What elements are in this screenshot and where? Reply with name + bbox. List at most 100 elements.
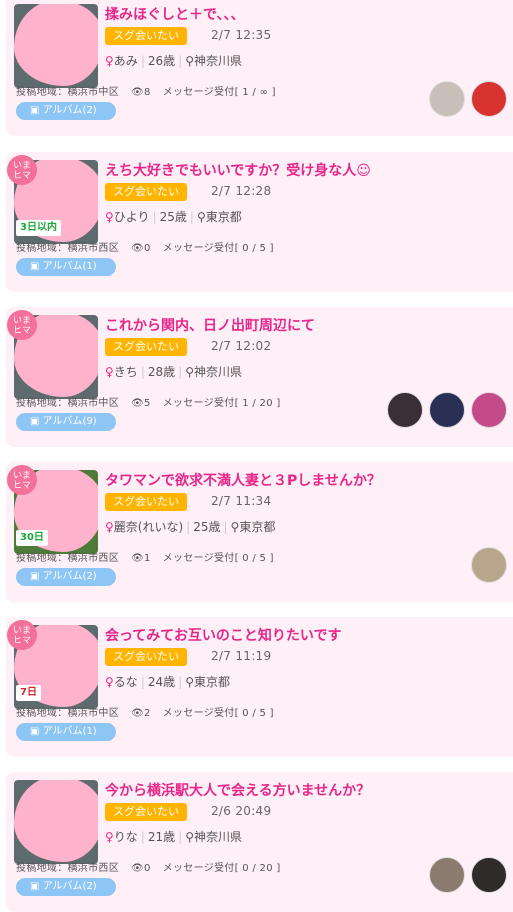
- avatar[interactable]: [429, 857, 465, 893]
- message-status: メッセージ受付[ 1 / ∞ ]: [162, 87, 276, 98]
- profile-meta: ♀るな | 24歳 | ⚲東京都: [105, 675, 230, 689]
- location-pin-icon: ⚲: [185, 54, 194, 68]
- post-time: 2/7 11:19: [211, 649, 272, 663]
- view-count: 0: [144, 863, 151, 874]
- post-area: 投稿地域：横浜市西区: [16, 553, 119, 564]
- status-tag: スグ会いたい: [105, 183, 187, 201]
- post-card[interactable]: いま ヒマ これから関内、日ノ出町周辺にて スグ会いたい 2/7 12:02 ♀き…: [6, 307, 513, 447]
- post-time: 2/7 12:28: [211, 184, 272, 198]
- view-count: 1: [144, 553, 151, 564]
- responder-avatars: [429, 857, 507, 893]
- responder-avatars: [429, 81, 507, 117]
- image-icon: ▣: [30, 105, 40, 116]
- post-title[interactable]: 揉みほぐしと＋で、、、: [105, 4, 244, 24]
- user-name: きち: [113, 365, 138, 379]
- post-title[interactable]: 今から横浜駅大人で会える方いませんか？: [105, 780, 370, 800]
- user-name: 麗奈(れいな): [113, 520, 184, 534]
- location-pin-icon: ⚲: [185, 830, 194, 844]
- eye-icon: 👁: [131, 87, 144, 98]
- post-card[interactable]: いま ヒマ 3日以内 えち大好きでもいいですか？受け身な人☺ スグ会いたい 2/7…: [6, 152, 513, 292]
- profile-meta: ♀ひより | 25歳 | ⚲東京都: [105, 210, 242, 224]
- status-tag: スグ会いたい: [105, 493, 187, 511]
- post-area: 投稿地域：横浜市西区: [16, 863, 119, 874]
- user-prefecture: 東京都: [193, 675, 230, 689]
- post-area: 投稿地域：横浜市中区: [16, 398, 119, 409]
- message-status: メッセージ受付[ 0 / 5 ]: [162, 708, 274, 719]
- user-age: 25歳: [193, 520, 221, 534]
- user-age: 28歳: [147, 365, 176, 379]
- user-name: りな: [113, 830, 138, 844]
- day-badge: 7日: [16, 685, 41, 701]
- eye-icon: 👁: [131, 398, 144, 409]
- day-badge: 3日以内: [16, 220, 61, 236]
- status-tag: スグ会いたい: [105, 648, 187, 666]
- post-info: 投稿地域：横浜市中区 👁5 メッセージ受付[ 1 / 20 ]: [16, 394, 281, 409]
- post-time: 2/7 12:02: [211, 339, 272, 353]
- female-icon: ♀: [105, 520, 114, 534]
- post-time: 2/6 20:49: [211, 804, 272, 818]
- user-prefecture: 神奈川県: [193, 365, 242, 379]
- ima-hima-badge: いま ヒマ: [7, 155, 37, 185]
- profile-meta: ♀きち | 28歳 | ⚲神奈川県: [105, 365, 242, 379]
- post-time: 2/7 11:34: [211, 494, 272, 508]
- post-card[interactable]: 揉みほぐしと＋で、、、 スグ会いたい 2/7 12:35 ♀あみ | 26歳 | ⚲神奈…: [6, 0, 513, 136]
- image-icon: ▣: [30, 261, 40, 272]
- ima-hima-badge: いま ヒマ: [7, 465, 37, 495]
- avatar[interactable]: [429, 392, 465, 428]
- avatar[interactable]: [387, 392, 423, 428]
- post-info: 投稿地域：横浜市中区 👁8 メッセージ受付[ 1 / ∞ ]: [16, 83, 276, 98]
- album-button[interactable]: ▣ アルバム(9): [16, 413, 116, 431]
- album-button[interactable]: ▣ アルバム(2): [16, 568, 116, 586]
- post-title[interactable]: えち大好きでもいいですか？受け身な人☺: [105, 160, 371, 180]
- post-info: 投稿地域：横浜市中区 👁2 メッセージ受付[ 0 / 5 ]: [16, 704, 274, 719]
- eye-icon: 👁: [131, 708, 144, 719]
- image-icon: ▣: [30, 571, 40, 582]
- user-age: 25歳: [159, 210, 187, 224]
- message-status: メッセージ受付[ 0 / 20 ]: [162, 863, 281, 874]
- image-icon: ▣: [30, 416, 40, 427]
- user-prefecture: 東京都: [205, 210, 242, 224]
- location-pin-icon: ⚲: [196, 210, 206, 224]
- avatar[interactable]: [471, 392, 507, 428]
- avatar[interactable]: [471, 81, 507, 117]
- user-prefecture: 神奈川県: [193, 830, 242, 844]
- female-icon: ♀: [105, 210, 114, 224]
- post-title[interactable]: これから関内、日ノ出町周辺にて: [105, 315, 315, 335]
- female-icon: ♀: [105, 675, 114, 689]
- user-name: あみ: [113, 54, 138, 68]
- post-area: 投稿地域：横浜市中区: [16, 87, 119, 98]
- post-title[interactable]: 会ってみてお互いのこと知りたいです: [105, 625, 341, 645]
- ima-hima-badge: いま ヒマ: [7, 620, 37, 650]
- image-icon: ▣: [30, 881, 40, 892]
- eye-icon: 👁: [131, 243, 144, 254]
- profile-meta: ♀あみ | 26歳 | ⚲神奈川県: [105, 54, 242, 68]
- user-name: るな: [113, 675, 138, 689]
- avatar[interactable]: [471, 857, 507, 893]
- album-button[interactable]: ▣ アルバム(2): [16, 878, 116, 896]
- post-card[interactable]: いま ヒマ 7日 会ってみてお互いのこと知りたいです スグ会いたい 2/7 11:…: [6, 617, 513, 757]
- album-button[interactable]: ▣ アルバム(2): [16, 102, 116, 120]
- post-info: 投稿地域：横浜市西区 👁0 メッセージ受付[ 0 / 20 ]: [16, 859, 281, 874]
- post-title[interactable]: タワマンで欲求不満人妻と３Pしませんか？: [105, 470, 381, 490]
- post-info: 投稿地域：横浜市西区 👁0 メッセージ受付[ 0 / 5 ]: [16, 239, 274, 254]
- user-prefecture: 東京都: [239, 520, 276, 534]
- message-status: メッセージ受付[ 0 / 5 ]: [162, 553, 274, 564]
- avatar[interactable]: [429, 81, 465, 117]
- user-name: ひより: [113, 210, 150, 224]
- profile-thumbnail[interactable]: [14, 4, 98, 88]
- post-card[interactable]: 今から横浜駅大人で会える方いませんか？ スグ会いたい 2/6 20:49 ♀りな…: [6, 772, 513, 912]
- view-count: 8: [144, 87, 151, 98]
- responder-avatars: [387, 392, 507, 428]
- user-age: 24歳: [147, 675, 176, 689]
- post-area: 投稿地域：横浜市西区: [16, 243, 119, 254]
- female-icon: ♀: [105, 830, 114, 844]
- album-button[interactable]: ▣ アルバム(1): [16, 723, 116, 741]
- post-list: 揉みほぐしと＋で、、、 スグ会いたい 2/7 12:35 ♀あみ | 26歳 | ⚲神奈…: [0, 0, 513, 912]
- profile-thumbnail[interactable]: [14, 780, 98, 864]
- avatar[interactable]: [471, 547, 507, 583]
- album-button[interactable]: ▣ アルバム(1): [16, 258, 116, 276]
- status-tag: スグ会いたい: [105, 803, 187, 821]
- post-card[interactable]: いま ヒマ 30日 タワマンで欲求不満人妻と３Pしませんか？ スグ会いたい 2/7…: [6, 462, 513, 602]
- post-info: 投稿地域：横浜市西区 👁1 メッセージ受付[ 0 / 5 ]: [16, 549, 274, 564]
- eye-icon: 👁: [131, 863, 144, 874]
